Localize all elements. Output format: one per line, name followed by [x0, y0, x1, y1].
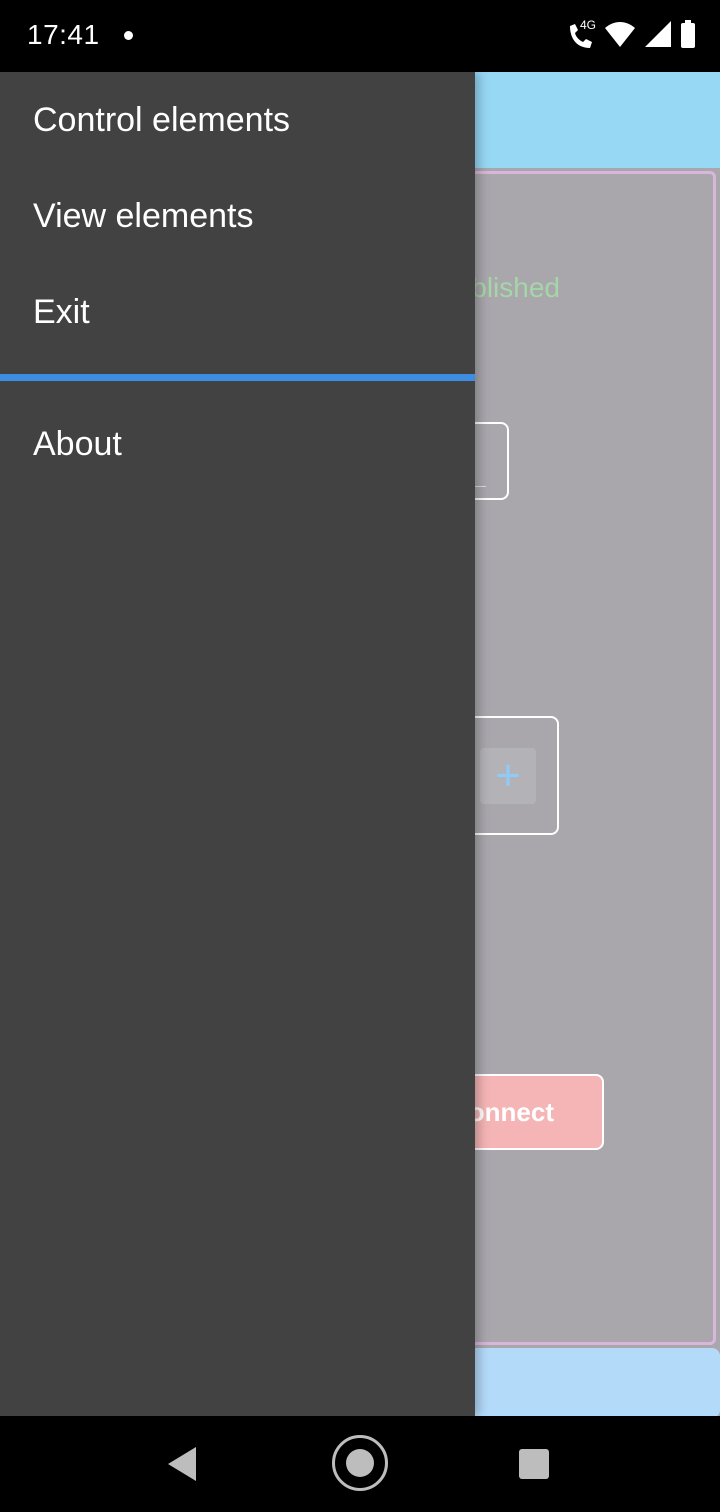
drawer-item-view-elements[interactable]: View elements	[33, 194, 254, 238]
status-icons: 4G	[566, 18, 696, 53]
recent-apps-icon[interactable]	[519, 1449, 549, 1479]
back-icon[interactable]	[168, 1447, 196, 1481]
status-time: 17:41	[27, 19, 100, 50]
drawer-item-exit[interactable]: Exit	[33, 290, 90, 334]
notification-dot-icon	[124, 31, 133, 40]
plus-button[interactable]: +	[480, 748, 536, 804]
status-bar: 17:41 4G	[0, 0, 720, 72]
drawer-item-about[interactable]: About	[33, 422, 122, 466]
drawer-item-control-elements[interactable]: Control elements	[33, 98, 290, 142]
cell-signal-icon	[644, 20, 672, 53]
network-type-label: 4G	[580, 18, 597, 32]
system-nav-bar	[0, 1416, 720, 1512]
battery-icon	[680, 19, 696, 53]
wifi-icon	[604, 20, 636, 53]
home-icon[interactable]	[332, 1435, 388, 1491]
wifi-calling-icon: 4G	[566, 18, 597, 52]
drawer-divider	[0, 374, 475, 381]
navigation-drawer: Control elements View elements Exit Abou…	[0, 72, 475, 1416]
